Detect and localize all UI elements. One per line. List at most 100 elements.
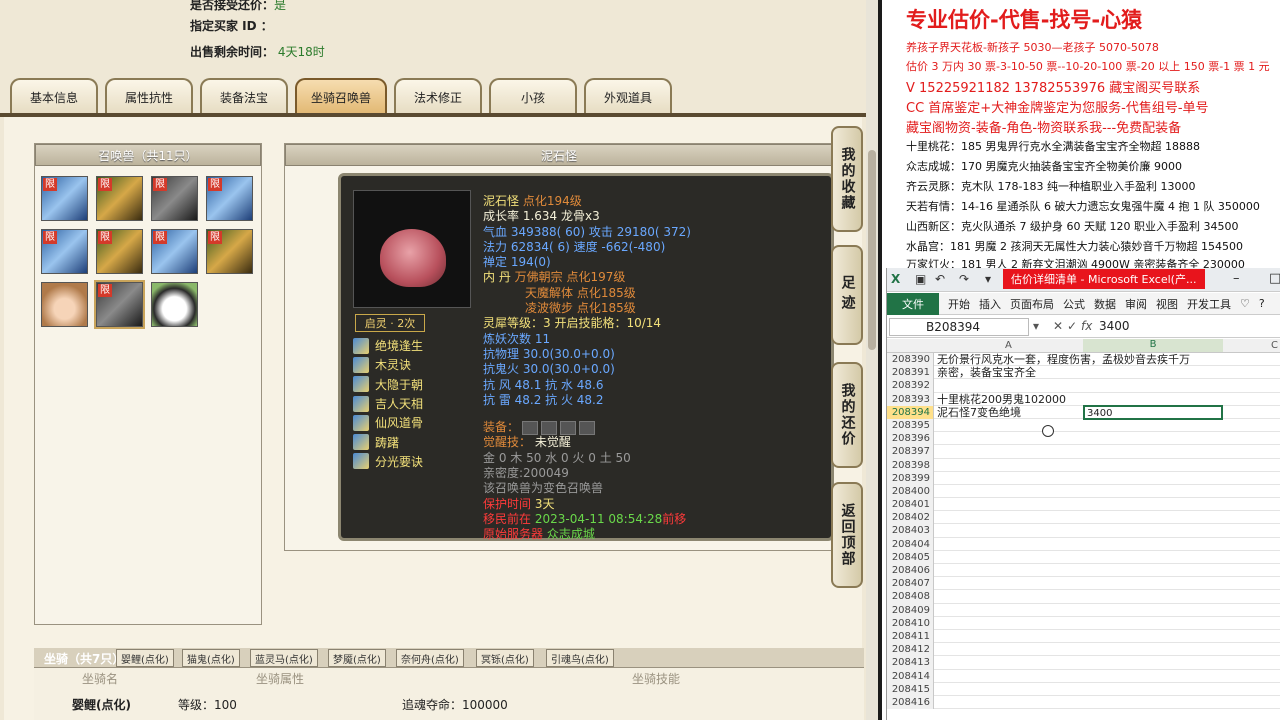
ribbon-tab-home[interactable]: 开始 (948, 296, 970, 312)
skill-item[interactable]: 踌躇 (353, 432, 423, 451)
equip-slot[interactable] (522, 420, 539, 435)
cell-b[interactable] (1083, 379, 1223, 392)
row-number[interactable]: 208402 (887, 511, 934, 525)
equip-slot[interactable] (560, 420, 577, 435)
function-icon[interactable]: fx (1081, 319, 1092, 333)
cell-b[interactable] (1083, 353, 1223, 366)
my-favorites-button[interactable]: 我的收藏 (831, 126, 863, 232)
skill-item[interactable]: 仙风道骨 (353, 413, 423, 432)
scroll-thumb[interactable] (868, 150, 876, 350)
cell-b[interactable] (1083, 590, 1223, 603)
skill-item[interactable]: 吉人天相 (353, 394, 423, 413)
panda-avatar[interactable] (151, 282, 198, 327)
row-number[interactable]: 208397 (887, 445, 934, 459)
row-number[interactable]: 208410 (887, 616, 934, 630)
row-number[interactable]: 208413 (887, 656, 934, 670)
cell-b[interactable] (1083, 538, 1223, 551)
mount-tab[interactable]: 奈何舟(点化) (396, 649, 464, 667)
tab-mounts-pets[interactable]: 坐骑召唤兽 (295, 78, 388, 114)
row-number[interactable]: 208395 (887, 418, 934, 433)
ribbon-tab-layout[interactable]: 页面布局 (1010, 296, 1054, 312)
cell-b[interactable]: 3400 (1083, 404, 1223, 420)
cell-b[interactable] (1083, 643, 1223, 656)
skill-item[interactable]: 木灵诀 (353, 355, 423, 374)
undo-icon[interactable]: ↶ (935, 272, 945, 286)
row-number[interactable]: 208404 (887, 537, 934, 551)
minimize-icon[interactable]: – (1233, 271, 1240, 286)
beast-avatar-selected[interactable]: 限 (94, 280, 145, 329)
beast-avatar[interactable]: 限 (41, 229, 88, 274)
cell-b[interactable] (1083, 630, 1223, 643)
beast-avatar[interactable]: 限 (41, 176, 88, 221)
cell-b[interactable] (1083, 551, 1223, 564)
row-number[interactable]: 208409 (887, 603, 934, 617)
cell-b[interactable] (1083, 696, 1223, 709)
skill-item[interactable]: 分光要诀 (353, 452, 423, 471)
my-counteroffer-button[interactable]: 我的还价 (831, 362, 863, 468)
mount-tab[interactable]: 冥铄(点化) (476, 649, 534, 667)
column-c-header[interactable]: C (1271, 340, 1278, 351)
row-number[interactable]: 208405 (887, 550, 934, 564)
cell-b[interactable] (1083, 577, 1223, 590)
row-number[interactable]: 208391 (887, 366, 934, 380)
cell-a[interactable]: 亲密，装备宝宝齐全 (937, 366, 1036, 379)
enter-icon[interactable]: ✓ (1067, 319, 1077, 333)
ribbon-tab-review[interactable]: 审阅 (1125, 296, 1147, 312)
mount-tab[interactable]: 蓝灵马(点化) (250, 649, 318, 667)
row-number[interactable]: 208415 (887, 682, 934, 696)
ribbon-tab-file[interactable]: 文件 (887, 292, 939, 315)
cell-b[interactable] (1083, 670, 1223, 683)
page-scrollbar[interactable] (866, 0, 878, 720)
cell-b[interactable] (1083, 617, 1223, 630)
heart-icon[interactable]: ♡ (1240, 297, 1250, 310)
cell-a[interactable]: 十里桃花200男鬼102000 (937, 393, 1066, 406)
maximize-icon[interactable]: □ (1269, 271, 1280, 286)
beast-avatar[interactable]: 限 (151, 176, 198, 221)
beast-avatar[interactable]: 限 (206, 176, 253, 221)
cell-b[interactable] (1083, 445, 1223, 458)
cell-b[interactable] (1083, 564, 1223, 577)
cell-b[interactable] (1083, 683, 1223, 696)
row-number[interactable]: 208406 (887, 564, 934, 578)
skill-item[interactable]: 大隐于朝 (353, 375, 423, 394)
skill-item[interactable]: 绝境逢生 (353, 336, 423, 355)
ribbon-tab-formulas[interactable]: 公式 (1063, 296, 1085, 312)
equip-slot[interactable] (579, 420, 596, 435)
cell-b[interactable] (1083, 656, 1223, 669)
equip-slot[interactable] (541, 420, 558, 435)
beast-avatar[interactable]: 限 (96, 229, 143, 274)
cell-b[interactable] (1083, 432, 1223, 445)
row-number[interactable]: 208412 (887, 643, 934, 657)
mount-tab[interactable]: 猫鬼(点化) (182, 649, 240, 667)
row-number[interactable]: 208398 (887, 458, 934, 472)
cell-b[interactable] (1083, 604, 1223, 617)
ribbon-tab-data[interactable]: 数据 (1094, 296, 1116, 312)
row-number[interactable]: 208392 (887, 379, 934, 393)
mount-tab[interactable]: 梦魇(点化) (328, 649, 386, 667)
row-number[interactable]: 208408 (887, 590, 934, 604)
beast-avatar[interactable]: 限 (206, 229, 253, 274)
save-icon[interactable]: ▣ (915, 272, 926, 286)
row-number[interactable]: 208394 (887, 405, 934, 419)
row-number[interactable]: 208407 (887, 577, 934, 591)
cancel-icon[interactable]: ✕ (1053, 319, 1063, 333)
cell-b[interactable] (1083, 485, 1223, 498)
tab-appearance[interactable]: 外观道具 (584, 78, 673, 114)
formula-input[interactable]: 3400 (1099, 319, 1130, 333)
child-avatar[interactable] (41, 282, 88, 327)
row-number[interactable]: 208399 (887, 471, 934, 485)
beast-avatar[interactable]: 限 (96, 176, 143, 221)
column-b-header[interactable]: B (1083, 339, 1223, 352)
cell-b[interactable] (1083, 459, 1223, 472)
row-number[interactable]: 208411 (887, 629, 934, 644)
row-number[interactable]: 208396 (887, 432, 934, 446)
row-number[interactable]: 208393 (887, 392, 934, 406)
customize-icon[interactable]: ▾ (985, 272, 991, 286)
ribbon-tab-insert[interactable]: 插入 (979, 296, 1001, 312)
cell-b[interactable] (1083, 366, 1223, 379)
help-icon[interactable]: ? (1259, 297, 1265, 310)
row-number[interactable]: 208390 (887, 353, 934, 367)
row-number[interactable]: 208416 (887, 695, 934, 710)
tab-children[interactable]: 小孩 (489, 78, 578, 114)
cell-b[interactable] (1083, 511, 1223, 524)
